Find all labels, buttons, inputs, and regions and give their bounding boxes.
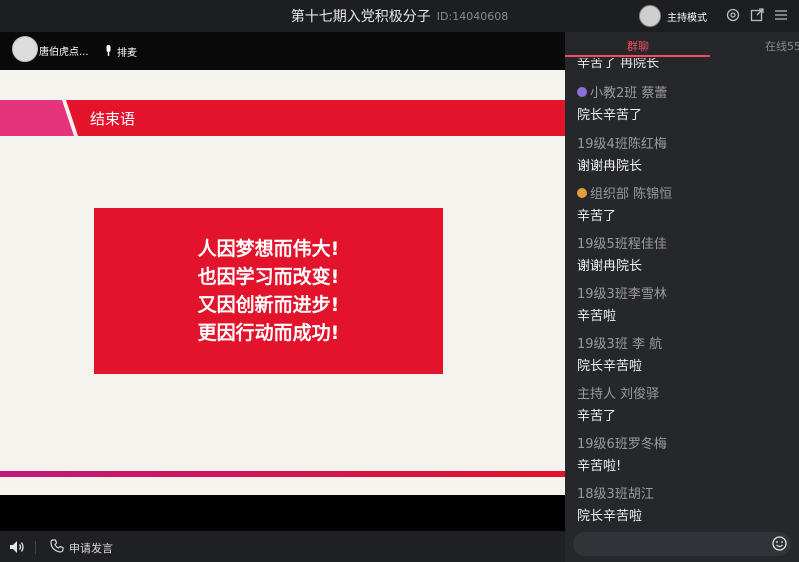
- chat-sender-name: 19级3班李雪林: [577, 287, 667, 302]
- menu-icon[interactable]: [773, 7, 789, 23]
- chat-sender: 小教2班 蔡蕾: [577, 82, 667, 101]
- chat-panel: 群聊 在线55 辛苦了 冉院长 小教2班 蔡蕾 院长辛苦了 19级4班陈红梅 谢…: [565, 32, 799, 562]
- slide-section-title: 结束语: [90, 110, 136, 128]
- chat-message-text: 辛苦啦: [577, 309, 617, 324]
- chat-message: 19级6班罗冬梅 辛苦啦!: [577, 433, 667, 474]
- chat-sender-name: 19级6班罗冬梅: [577, 437, 667, 452]
- apply-speak-label: 申请发言: [69, 541, 113, 555]
- phone-icon: [50, 538, 64, 557]
- chat-sender-name: 19级3班 李 航: [577, 337, 663, 352]
- chat-sender-name: 主持人 刘俊驿: [577, 387, 660, 402]
- control-bar: 申请发言: [0, 531, 565, 562]
- mic-queue-label: 排麦: [117, 48, 137, 59]
- chat-sender-name: 18级3班胡江: [577, 487, 654, 502]
- chat-message: 主持人 刘俊驿 辛苦了: [577, 383, 659, 424]
- slide-quote-line: 更因行动而成功!: [197, 322, 340, 344]
- slide-quote-box: 人因梦想而伟大! 也因学习而改变! 又因创新而进步! 更因行动而成功!: [94, 208, 443, 374]
- slide-quote-line: 又因创新而进步!: [197, 294, 340, 316]
- chat-tabs: 群聊 在线55: [565, 32, 799, 58]
- chat-message-text: 谢谢冉院长: [577, 159, 643, 174]
- host-mode-label: 主持模式: [667, 12, 707, 24]
- slide-ribbon: [62, 100, 565, 136]
- speaker-volume-icon[interactable]: [9, 539, 25, 558]
- chat-message-text: 辛苦了: [577, 209, 617, 224]
- chat-message: 19级3班 李 航 院长辛苦啦: [577, 333, 662, 374]
- host-avatar: [639, 5, 661, 27]
- chat-input[interactable]: [573, 532, 791, 556]
- chat-message: 19级3班李雪林 辛苦啦: [577, 283, 667, 324]
- orange-user-icon: [577, 187, 587, 198]
- chat-message-text: 院长辛苦了: [577, 108, 643, 123]
- chat-message: 19级4班陈红梅 谢谢冉院长: [577, 133, 667, 174]
- mic-queue-button[interactable]: 排麦: [104, 42, 137, 61]
- slide-footer-bar: [0, 471, 565, 477]
- room-id: ID:14040608: [436, 9, 509, 23]
- microphone-icon: [104, 42, 113, 61]
- chat-message-list[interactable]: 辛苦了 冉院长 小教2班 蔡蕾 院长辛苦了 19级4班陈红梅 谢谢冉院长 组织部…: [565, 58, 799, 532]
- chat-message: 19级5班程佳佳 谢谢冉院长: [577, 233, 667, 274]
- chat-sender-name: 组织部 陈锦恒: [590, 187, 673, 202]
- tab-online-users[interactable]: 在线55: [765, 38, 799, 54]
- purple-user-icon: [577, 86, 587, 97]
- host-mode-toggle[interactable]: 主持模式: [639, 5, 707, 27]
- settings-icon[interactable]: [725, 7, 741, 23]
- room-name: 第十七期入党积极分子: [290, 9, 431, 25]
- chat-message-text: 辛苦了: [577, 409, 617, 424]
- title-bar: 第十七期入党积极分子 ID:14040608 主持模式: [0, 0, 799, 32]
- tab-group-chat[interactable]: 群聊: [627, 38, 649, 54]
- chat-message: 小教2班 蔡蕾 院长辛苦了: [577, 82, 667, 123]
- chat-message: 18级3班胡江 院长辛苦啦: [577, 483, 654, 524]
- chat-message-text: 谢谢冉院长: [577, 259, 643, 274]
- chat-message: 组织部 陈锦恒 辛苦了: [577, 183, 672, 224]
- chat-sender-name: 19级4班陈红梅: [577, 137, 667, 152]
- slide-ribbon-accent: [0, 100, 75, 136]
- share-icon[interactable]: [749, 7, 765, 23]
- chat-sender-name: 19级5班程佳佳: [577, 237, 667, 252]
- slide-quote-line: 也因学习而改变!: [197, 266, 340, 288]
- presentation-slide: 结束语 人因梦想而伟大! 也因学习而改变! 又因创新而进步! 更因行动而成功!: [0, 70, 565, 495]
- user-avatar[interactable]: [12, 36, 38, 62]
- chat-message-text: 院长辛苦啦: [577, 359, 643, 374]
- speaker-bar: 唐伯虎点... 排麦: [0, 32, 565, 70]
- apply-speak-button[interactable]: 申请发言: [50, 538, 113, 557]
- emoji-icon[interactable]: [772, 536, 787, 555]
- chat-sender-name: 小教2班 蔡蕾: [590, 86, 668, 101]
- slide-quote-line: 人因梦想而伟大!: [197, 238, 340, 260]
- chat-sender: 组织部 陈锦恒: [577, 183, 672, 202]
- chat-message-text: 辛苦啦!: [577, 459, 622, 474]
- active-tab-indicator: [565, 55, 710, 57]
- chat-message-text: 院长辛苦啦: [577, 509, 643, 524]
- user-name: 唐伯虎点...: [39, 47, 89, 58]
- video-letterbox: [0, 495, 565, 531]
- chat-message-text: 辛苦了 冉院长: [577, 58, 660, 71]
- divider: [35, 541, 36, 554]
